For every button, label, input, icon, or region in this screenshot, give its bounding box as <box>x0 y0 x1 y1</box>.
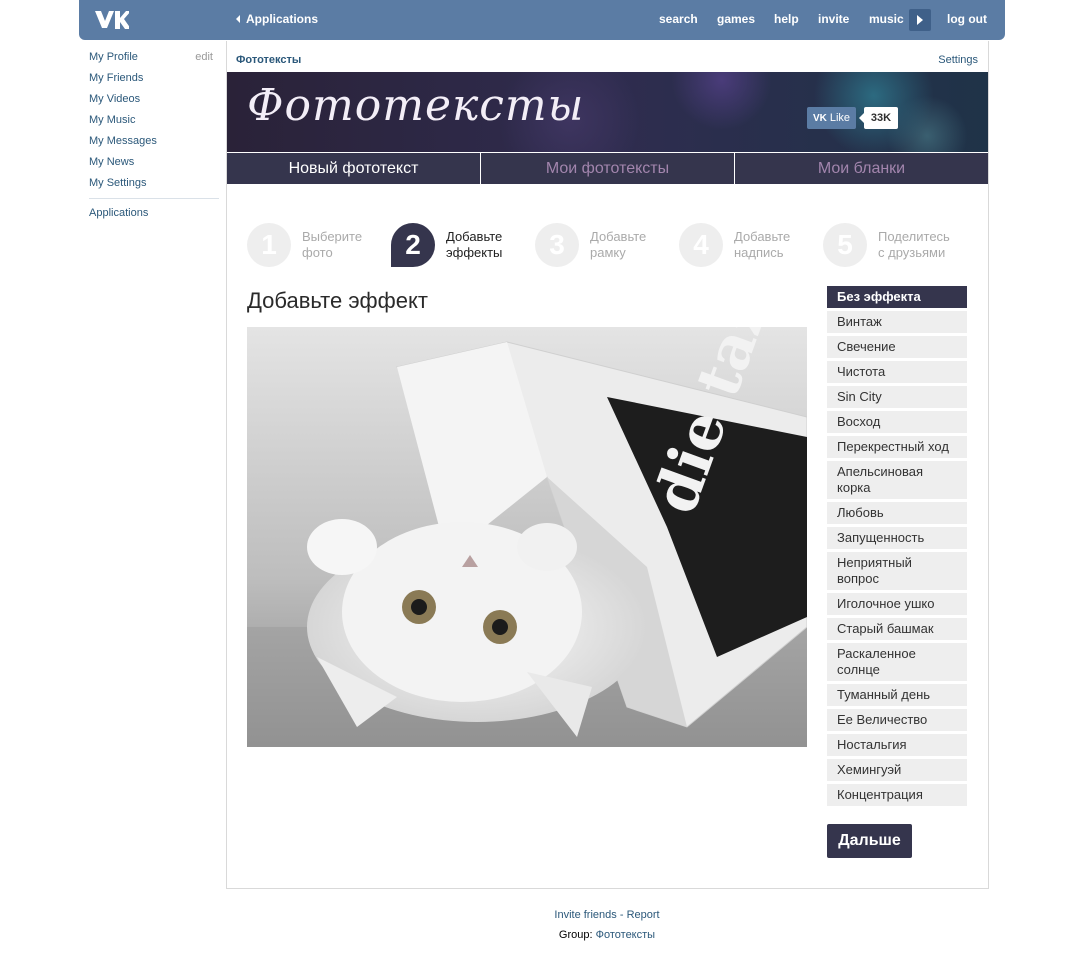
step-label: Добавьте эффекты <box>446 229 526 261</box>
sidebar-divider <box>89 198 219 199</box>
back-arrow-icon <box>236 15 240 23</box>
effect-neglect[interactable]: Запущенность <box>827 527 967 549</box>
nav-invite[interactable]: invite <box>818 12 849 26</box>
step-3: 3 Добавьте рамку <box>535 223 670 267</box>
step-label-line: Добавьте <box>734 229 791 244</box>
step-label: Добавьте надпись <box>734 229 814 261</box>
nav-logout[interactable]: log out <box>947 12 987 26</box>
nav-search[interactable]: search <box>659 12 698 26</box>
tab-my-phototexts[interactable]: Мои фототексты <box>480 153 734 184</box>
photo-preview: die taz <box>247 327 807 747</box>
tab-new-phototext[interactable]: Новый фототекст <box>227 153 480 184</box>
effect-cross-process[interactable]: Перекрестный ход <box>827 436 967 458</box>
applications-back-link[interactable]: Applications <box>236 12 318 26</box>
like-button[interactable]: VK Like <box>807 107 856 129</box>
vk-small-icon: VK <box>812 112 827 124</box>
effect-concentration[interactable]: Концентрация <box>827 784 967 806</box>
music-play-button[interactable] <box>909 9 931 31</box>
effect-none[interactable]: Без эффекта <box>827 286 967 308</box>
like-label: Like <box>829 112 851 124</box>
step-label: Добавьте рамку <box>590 229 670 261</box>
sidebar-item-applications[interactable]: Applications <box>89 205 219 226</box>
step-5: 5 Поделитесь с друзьями <box>823 223 958 267</box>
effects-list: Без эффекта Винтаж Свечение Чистота Sin … <box>827 286 967 809</box>
effect-needle-eye[interactable]: Иголочное ушко <box>827 593 967 615</box>
app-breadcrumb[interactable]: Фототексты <box>236 54 301 66</box>
sidebar-item-label: My Profile <box>89 51 138 63</box>
step-1: 1 Выберите фото <box>247 223 382 267</box>
step-label: Поделитесь с друзьями <box>878 229 958 261</box>
app-banner: Фототексты VK Like 33K <box>227 72 988 152</box>
effect-vintage[interactable]: Винтаж <box>827 311 967 333</box>
footer-group: Group: Фототексты <box>0 929 1085 941</box>
effect-hemingway[interactable]: Хемингуэй <box>827 759 967 781</box>
tab-my-blanks[interactable]: Мои бланки <box>734 153 988 184</box>
step-label-line: с друзьями <box>878 245 946 260</box>
vk-logo-icon[interactable] <box>93 9 129 31</box>
play-icon <box>917 15 923 25</box>
sidebar-item-videos[interactable]: My Videos <box>89 91 219 112</box>
step-number: 4 <box>679 223 723 267</box>
step-2: 2 Добавьте эффекты <box>391 223 526 267</box>
effect-hot-sun[interactable]: Раскаленное солнце <box>827 643 967 681</box>
effect-unpleasant-question[interactable]: Неприятный вопрос <box>827 552 967 590</box>
applications-back-label: Applications <box>246 12 319 26</box>
like-count: 33K <box>859 107 898 129</box>
group-label: Group: <box>558 929 593 941</box>
top-bar: Applications search games help invite mu… <box>79 0 1005 40</box>
effect-her-majesty[interactable]: Ее Величество <box>827 709 967 731</box>
effect-heading: Добавьте эффект <box>247 288 428 313</box>
app-tabs: Новый фототекст Мои фототексты Мои бланк… <box>227 153 988 184</box>
step-number: 1 <box>247 223 291 267</box>
step-label-line: Выберите <box>302 229 363 244</box>
effect-nostalgia[interactable]: Ностальгия <box>827 734 967 756</box>
effect-purity[interactable]: Чистота <box>827 361 967 383</box>
step-number: 3 <box>535 223 579 267</box>
kitten-photo-image: die taz <box>247 327 807 747</box>
step-label: Выберите фото <box>302 229 382 261</box>
footer-separator: - <box>619 909 624 921</box>
group-link[interactable]: Фототексты <box>596 929 655 941</box>
sidebar-item-settings[interactable]: My Settings <box>89 175 219 196</box>
effect-old-shoe[interactable]: Старый башмак <box>827 618 967 640</box>
sidebar-item-friends[interactable]: My Friends <box>89 70 219 91</box>
nav-music[interactable]: music <box>869 12 904 26</box>
step-label-line: Поделитесь <box>878 229 950 244</box>
invite-friends-link[interactable]: Invite friends <box>554 909 616 921</box>
banner-title: Фототексты <box>247 80 585 131</box>
effect-love[interactable]: Любовь <box>827 502 967 524</box>
sidebar-item-messages[interactable]: My Messages <box>89 133 219 154</box>
nav-games[interactable]: games <box>717 12 755 26</box>
step-number: 5 <box>823 223 867 267</box>
step-label-line: фото <box>302 245 333 260</box>
step-number: 2 <box>391 223 435 267</box>
edit-profile-link[interactable]: edit <box>195 50 213 64</box>
left-sidebar: My Profile edit My Friends My Videos My … <box>89 49 219 226</box>
sidebar-item-news[interactable]: My News <box>89 154 219 175</box>
next-button[interactable]: Дальше <box>827 824 912 858</box>
app-settings-link[interactable]: Settings <box>938 54 978 66</box>
report-link[interactable]: Report <box>627 909 660 921</box>
effect-glow[interactable]: Свечение <box>827 336 967 358</box>
sidebar-item-music[interactable]: My Music <box>89 112 219 133</box>
step-4: 4 Добавьте надпись <box>679 223 814 267</box>
step-label-line: Добавьте <box>446 229 503 244</box>
step-label-line: надпись <box>734 245 784 260</box>
sidebar-item-profile[interactable]: My Profile edit <box>89 49 219 70</box>
effect-sunrise[interactable]: Восход <box>827 411 967 433</box>
footer-links: Invite friends - Report <box>0 909 1085 921</box>
step-label-line: рамку <box>590 245 626 260</box>
step-label-line: эффекты <box>446 245 503 260</box>
step-label-line: Добавьте <box>590 229 647 244</box>
effect-orange-peel[interactable]: Апельсиновая корка <box>827 461 967 499</box>
nav-help[interactable]: help <box>774 12 799 26</box>
effect-sin-city[interactable]: Sin City <box>827 386 967 408</box>
effect-foggy-day[interactable]: Туманный день <box>827 684 967 706</box>
